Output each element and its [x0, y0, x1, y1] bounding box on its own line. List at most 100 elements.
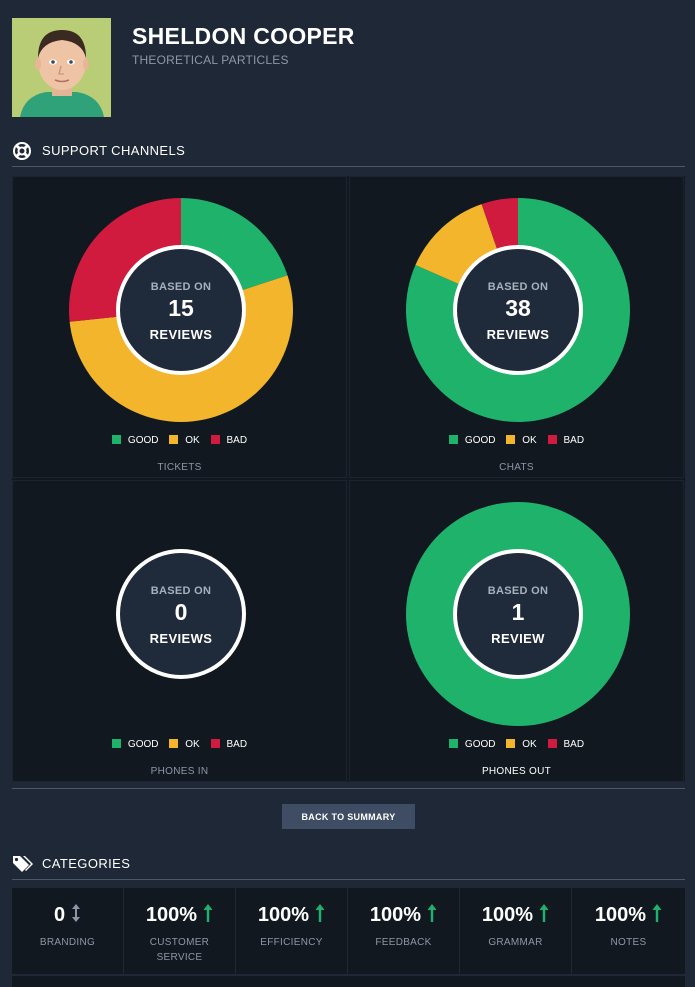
- legend-swatch-ok: [169, 739, 179, 748]
- legend-swatch-bad: [210, 739, 220, 748]
- legend-label: BAD: [563, 435, 585, 446]
- channel-label: TICKETS: [157, 462, 202, 473]
- trend-up-icon: [203, 904, 213, 922]
- row-divider: [12, 974, 685, 976]
- legend-good: GOOD: [448, 739, 496, 750]
- category-score: 0: [12, 903, 123, 927]
- category-label: EFFICIENCY: [260, 937, 323, 948]
- channels-grid: BASED ON 15 REVIEWS GOOD OK BAD TICKETS …: [12, 176, 685, 782]
- review-unit: REVIEW: [491, 631, 545, 646]
- legend-swatch-bad: [210, 435, 220, 444]
- category-branding[interactable]: 0 BRANDING: [12, 888, 124, 974]
- legend-swatch-ok: [506, 739, 516, 748]
- channel-card-tickets[interactable]: BASED ON 15 REVIEWS GOOD OK BAD TICKETS: [12, 176, 347, 478]
- review-count: 1: [511, 599, 525, 625]
- trend-up-icon: [315, 904, 325, 922]
- legend-bad: BAD: [210, 739, 248, 750]
- legend-swatch-bad: [547, 435, 557, 444]
- legend-good: GOOD: [111, 739, 159, 750]
- legend-good: GOOD: [111, 435, 159, 446]
- legend-ok: OK: [506, 435, 537, 446]
- legend-bad: BAD: [547, 435, 585, 446]
- based-on-label: BASED ON: [487, 585, 549, 597]
- category-notes[interactable]: 100% NOTES: [572, 888, 685, 974]
- category-efficiency[interactable]: 100% EFFICIENCY: [236, 888, 348, 974]
- trend-up-icon: [539, 904, 549, 922]
- support-channels-header: SUPPORT CHANNELS: [12, 141, 685, 167]
- legend-label: BAD: [563, 739, 585, 750]
- channel-card-chats[interactable]: BASED ON 38 REVIEWS GOOD OK BAD CHATS: [349, 176, 684, 478]
- category-value: 100%: [257, 904, 310, 926]
- legend-swatch-good: [111, 435, 121, 444]
- category-customer-service[interactable]: 100% CUSTOMER SERVICE: [124, 888, 236, 974]
- category-score: 100%: [124, 903, 235, 927]
- trend-up-icon: [427, 904, 437, 922]
- back-to-summary-button[interactable]: BACK TO SUMMARY: [282, 804, 415, 829]
- category-feedback[interactable]: 100% FEEDBACK: [348, 888, 460, 974]
- channel-label: CHATS: [499, 462, 534, 473]
- trend-neutral-icon: [72, 904, 81, 922]
- category-label: CUSTOMER SERVICE: [149, 937, 210, 963]
- lifebuoy-icon: [12, 141, 32, 166]
- category-score: 100%: [460, 903, 571, 927]
- legend-ok: OK: [169, 739, 200, 750]
- channel-label: PHONES IN: [150, 766, 209, 777]
- legend-label: BAD: [226, 435, 248, 446]
- section-title: SUPPORT CHANNELS: [42, 143, 186, 158]
- review-count: 15: [168, 295, 194, 321]
- category-value: 0: [53, 904, 66, 926]
- chart-legend: GOOD OK BAD: [13, 435, 346, 446]
- agent-team: THEORETICAL PARTICLES: [132, 53, 289, 67]
- category-value: 100%: [369, 904, 422, 926]
- avatar: [12, 18, 111, 117]
- review-unit: REVIEWS: [149, 327, 213, 342]
- legend-bad: BAD: [210, 435, 248, 446]
- category-grammar[interactable]: 100% GRAMMAR: [460, 888, 572, 974]
- legend-label: GOOD: [127, 435, 159, 446]
- category-value: 100%: [594, 904, 647, 926]
- category-score: 100%: [572, 903, 685, 927]
- categories-grid: 0 BRANDING 100% CUSTOMER SERVICE 100% EF…: [12, 888, 685, 987]
- legend-label: GOOD: [464, 435, 496, 446]
- channel-card-phones-in[interactable]: BASED ON 0 REVIEWS GOOD OK BAD PHONES IN: [12, 480, 347, 782]
- legend-swatch-bad: [547, 739, 557, 748]
- category-value: 100%: [481, 904, 534, 926]
- based-on-label: BASED ON: [487, 281, 549, 293]
- based-on-label: BASED ON: [150, 281, 212, 293]
- trend-up-icon: [652, 904, 662, 922]
- review-unit: REVIEWS: [486, 327, 550, 342]
- category-label: BRANDING: [39, 937, 96, 948]
- legend-label: OK: [185, 435, 200, 446]
- review-count: 0: [174, 599, 188, 625]
- channel-card-phones-out[interactable]: BASED ON 1 REVIEW GOOD OK BAD PHONES OUT: [349, 480, 684, 782]
- review-count: 38: [505, 295, 531, 321]
- legend-bad: BAD: [547, 739, 585, 750]
- legend-swatch-good: [111, 739, 121, 748]
- legend-label: GOOD: [127, 739, 159, 750]
- legend-swatch-good: [448, 739, 458, 748]
- legend-label: OK: [185, 739, 200, 750]
- chart-legend: GOOD OK BAD: [13, 739, 346, 750]
- legend-label: BAD: [226, 739, 248, 750]
- tags-icon: [12, 854, 34, 879]
- donut-center: BASED ON 1 REVIEW: [453, 549, 583, 679]
- donut-center: BASED ON 15 REVIEWS: [116, 245, 246, 375]
- categories-header: CATEGORIES: [12, 854, 685, 880]
- category-score: 100%: [236, 903, 347, 927]
- category-label: FEEDBACK: [375, 937, 432, 948]
- legend-ok: OK: [506, 739, 537, 750]
- based-on-label: BASED ON: [150, 585, 212, 597]
- category-value: 100%: [145, 904, 198, 926]
- section-title: CATEGORIES: [42, 856, 131, 871]
- agent-name: SHELDON COOPER: [132, 23, 355, 49]
- category-label: GRAMMAR: [488, 937, 543, 948]
- category-score: 100%: [348, 903, 459, 927]
- legend-label: GOOD: [464, 739, 496, 750]
- legend-label: OK: [522, 739, 537, 750]
- category-label: NOTES: [610, 937, 647, 948]
- section-divider: [12, 788, 685, 789]
- chart-legend: GOOD OK BAD: [350, 739, 683, 750]
- legend-swatch-good: [448, 435, 458, 444]
- legend-swatch-ok: [169, 435, 179, 444]
- review-unit: REVIEWS: [149, 631, 213, 646]
